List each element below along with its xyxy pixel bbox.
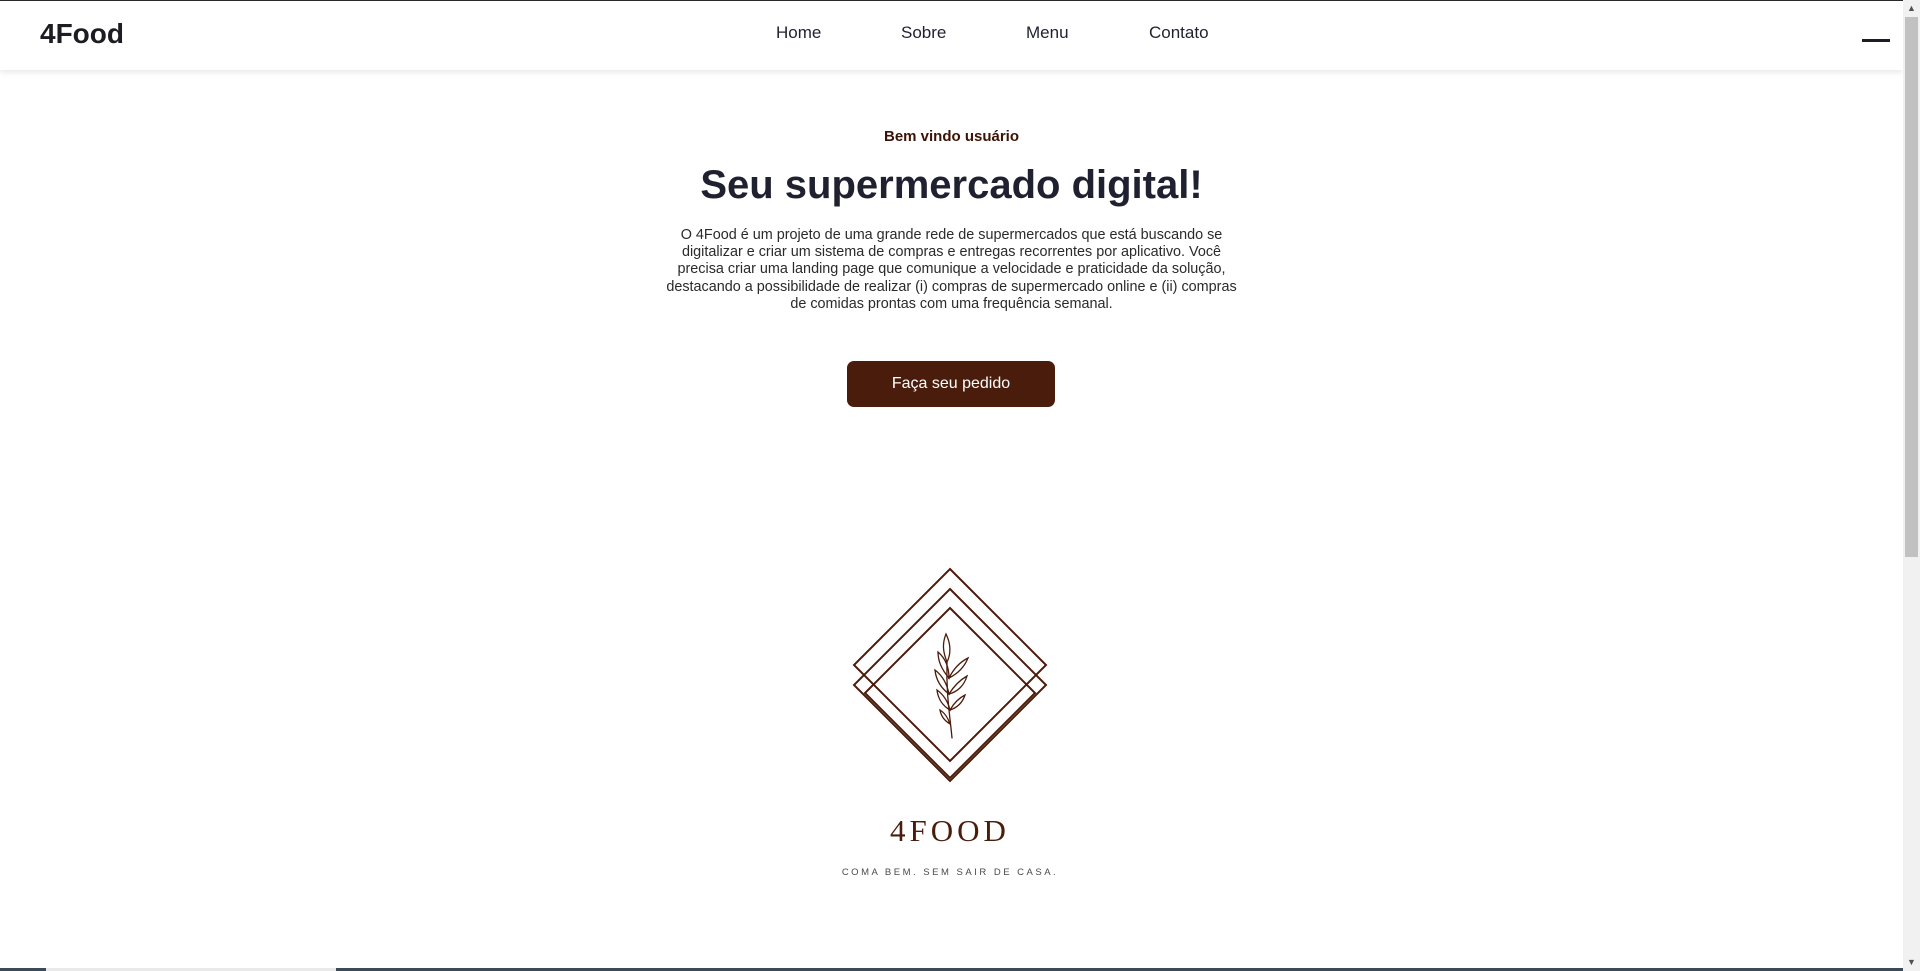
logo-tagline: COMA BEM. SEM SAIR DE CASA.	[841, 867, 1059, 878]
main-nav: Home Sobre Menu Contato	[0, 23, 1903, 51]
vertical-scrollbar[interactable]: ▲ ▼	[1903, 0, 1920, 971]
scroll-down-arrow-icon[interactable]: ▼	[1903, 954, 1920, 971]
hero-title: Seu supermercado digital!	[700, 163, 1203, 207]
brand-logo: 4FOOD COMA BEM. SEM SAIR DE CASA.	[830, 560, 1070, 890]
wheat-diamond-logo-icon	[852, 567, 1048, 783]
nav-link-sobre[interactable]: Sobre	[901, 23, 946, 43]
hero-description: O 4Food é um projeto de uma grande rede …	[666, 227, 1237, 312]
scrollbar-thumb[interactable]	[1905, 17, 1918, 557]
nav-link-contato[interactable]: Contato	[1149, 23, 1209, 43]
scroll-up-arrow-icon[interactable]: ▲	[1903, 0, 1920, 17]
welcome-text: Bem vindo usuário	[883, 128, 1020, 145]
nav-link-home[interactable]: Home	[776, 23, 821, 43]
order-button[interactable]: Faça seu pedido	[847, 361, 1055, 407]
logo-wordmark: 4FOOD	[890, 813, 1010, 848]
nav-link-menu[interactable]: Menu	[1026, 23, 1069, 43]
landing-page: 4Food Home Sobre Menu Contato Bem vindo …	[0, 0, 1903, 971]
hero-section: Bem vindo usuário Seu supermercado digit…	[0, 128, 1903, 313]
hamburger-icon[interactable]	[1862, 39, 1890, 42]
top-navbar: 4Food Home Sobre Menu Contato	[0, 0, 1903, 70]
